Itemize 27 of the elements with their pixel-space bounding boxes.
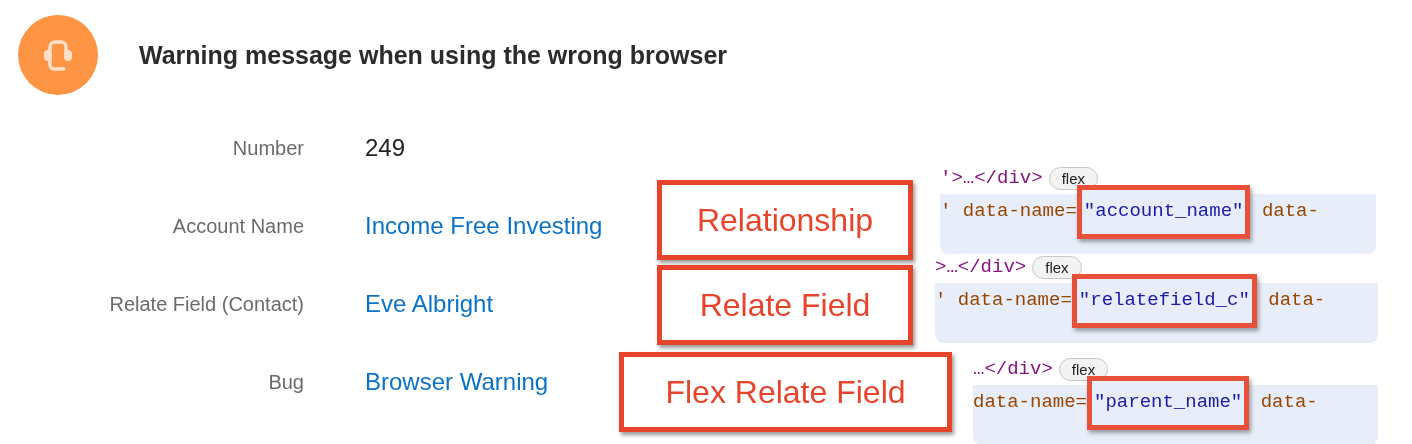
field-link[interactable]: Eve Albright [365,289,603,319]
attribute-name: data-name= [973,391,1088,413]
attribute-name: ' data-name= [935,289,1072,311]
flex-badge: flex [1032,255,1082,279]
callout-label: Relationship [657,180,913,260]
field-label: Account Name [172,214,304,239]
callout-label: Flex Relate Field [619,352,952,432]
attribute-value: "account_name" [1076,185,1251,239]
field-link[interactable]: Browser Warning [365,367,603,397]
attribute-name: data- [1268,289,1326,311]
html-tag: >…</div> [935,256,1027,278]
html-tag: '>…</div> [940,167,1043,189]
record-title: Warning message when using the wrong browser [139,40,728,70]
attribute-name: data- [1260,391,1318,413]
field-label: Relate Field (Contact) [109,292,304,317]
callout-label: Relate Field [657,265,913,345]
field-label: Number [232,136,304,161]
flex-badge: flex [1058,357,1109,381]
attribute-value: "parent_name" [1087,376,1250,430]
html-tag: …</div> [973,358,1053,380]
field-label: Bug [268,370,304,395]
field-link[interactable]: Income Free Investing [365,211,603,241]
field-value: 249 [365,133,407,163]
attribute-name: data- [1261,200,1319,222]
attribute-value: "relatefield_c" [1071,274,1257,328]
attribute-name: ' data-name= [940,200,1077,222]
flex-badge: flex [1048,166,1098,190]
